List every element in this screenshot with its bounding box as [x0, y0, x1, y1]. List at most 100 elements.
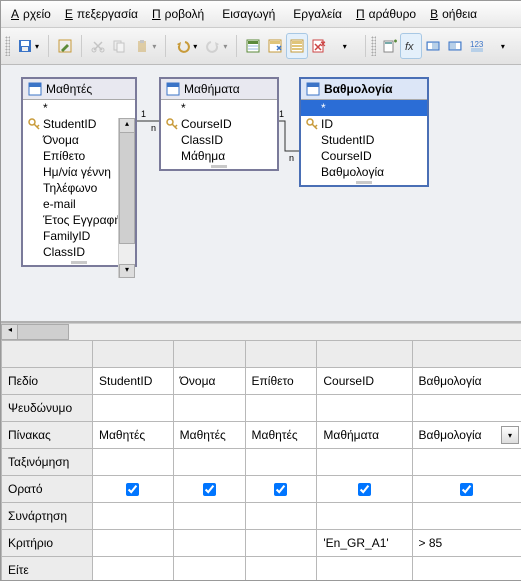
field-list[interactable]: * ID StudentID CourseID Βαθμολογία	[301, 100, 427, 180]
grid-cell[interactable]: StudentID	[93, 368, 173, 394]
menu-file[interactable]: Αρχείο	[7, 5, 59, 23]
alias-row[interactable]: Ψευδώνυμο	[2, 395, 521, 422]
table-mathimata[interactable]: Μαθήματα * CourseID ClassID Μάθημα	[159, 77, 279, 171]
grid-cell[interactable]	[93, 449, 173, 475]
menu-edit[interactable]: Επεξεργασία	[61, 5, 146, 23]
grid-cell[interactable]	[317, 449, 411, 475]
clear-query-button[interactable]	[264, 33, 286, 59]
grid-cell[interactable]	[413, 503, 521, 529]
field-enrollyear[interactable]: Έτος Εγγραφή	[23, 212, 118, 228]
toolbar-dropdown-2[interactable]: ▾	[488, 33, 518, 59]
field-list[interactable]: * StudentID Όνομα Επίθετο Ημ/νία γέννη Τ…	[23, 100, 118, 260]
field-onoma[interactable]: Όνομα	[23, 132, 118, 148]
grid-cell[interactable]	[246, 395, 317, 421]
visible-checkbox[interactable]	[274, 483, 287, 496]
table-vathmologia[interactable]: Βαθμολογία * ID StudentID CourseID Βαθμο…	[299, 77, 429, 187]
functions-button[interactable]: fx	[400, 33, 422, 59]
grid-cell[interactable]	[413, 449, 521, 475]
menu-insert[interactable]: Εισαγωγή	[214, 5, 283, 23]
grid-cell[interactable]	[174, 395, 245, 421]
grid-cell[interactable]	[174, 503, 245, 529]
field-star[interactable]: *	[301, 100, 427, 116]
field-vathmologia[interactable]: Βαθμολογία	[301, 164, 427, 180]
table-title[interactable]: Μαθήματα	[161, 79, 277, 100]
grid-cell[interactable]: 'En_GR_A1'	[317, 530, 411, 556]
field-classid[interactable]: ClassID	[161, 132, 277, 148]
grid-cell[interactable]	[317, 395, 411, 421]
field-star[interactable]: *	[161, 100, 277, 116]
grid-cell[interactable]	[174, 449, 245, 475]
field-studentid[interactable]: StudentID	[23, 116, 118, 132]
field-classid[interactable]: ClassID	[23, 244, 118, 260]
function-row[interactable]: Συνάρτηση	[2, 503, 521, 530]
field-star[interactable]: *	[23, 100, 118, 116]
grid-cell[interactable]: Όνομα	[174, 368, 245, 394]
cut-button[interactable]	[87, 33, 109, 59]
grid-cell[interactable]	[174, 557, 245, 581]
field-email[interactable]: e-mail	[23, 196, 118, 212]
visible-checkbox[interactable]	[460, 483, 473, 496]
resize-handle[interactable]	[211, 165, 227, 168]
menu-window[interactable]: Παράθυρο	[352, 5, 424, 23]
grid-cell[interactable]: Επίθετο	[246, 368, 317, 394]
grid-cell[interactable]: > 85	[413, 530, 521, 556]
field-courseid[interactable]: CourseID	[161, 116, 277, 132]
visible-checkbox[interactable]	[358, 483, 371, 496]
paste-button[interactable]: ▾	[130, 33, 160, 59]
edit-mode-button[interactable]	[54, 33, 76, 59]
field-epitheto[interactable]: Επίθετο	[23, 148, 118, 164]
menu-help[interactable]: Βοήθεια	[426, 5, 485, 23]
copy-button[interactable]	[108, 33, 130, 59]
grid-cell[interactable]	[246, 557, 317, 581]
distinct-button[interactable]: 123	[466, 33, 488, 59]
grid-cell-dropdown[interactable]: Βαθμολογία▾	[413, 422, 521, 448]
add-table-button[interactable]	[308, 33, 330, 59]
query-grid-pane[interactable]: Πεδίο StudentID Όνομα Επίθετο CourseID Β…	[1, 340, 521, 581]
grid-cell[interactable]	[93, 395, 173, 421]
undo-button[interactable]: ▾	[171, 33, 201, 59]
dropdown-button[interactable]: ▾	[501, 426, 519, 444]
redo-button[interactable]: ▾	[201, 33, 231, 59]
grid-cell[interactable]: Μαθητές	[93, 422, 173, 448]
grid-cell[interactable]	[174, 530, 245, 556]
tablename-button[interactable]	[444, 33, 466, 59]
grid-cell[interactable]	[93, 503, 173, 529]
visible-checkbox[interactable]	[126, 483, 139, 496]
table-title[interactable]: Μαθητές	[23, 79, 135, 100]
field-phone[interactable]: Τηλέφωνο	[23, 180, 118, 196]
menu-tools[interactable]: Εργαλεία	[285, 5, 350, 23]
table-row[interactable]: Πίνακας Μαθητές Μαθητές Μαθητές Μαθήματα…	[2, 422, 521, 449]
alias-button[interactable]	[422, 33, 444, 59]
field-id[interactable]: ID	[301, 116, 427, 132]
table-scrollbar[interactable]: ▴ ▾	[118, 118, 135, 278]
resize-handle[interactable]	[71, 261, 87, 264]
relations-pane[interactable]: 1 n 1 n Μαθητές * StudentID Όνομα Επίθετ…	[1, 65, 521, 323]
grid-cell[interactable]	[246, 503, 317, 529]
sort-row[interactable]: Ταξινόμηση	[2, 449, 521, 476]
criteria-row[interactable]: Κριτήριο 'En_GR_A1' > 85	[2, 530, 521, 557]
run-query-button[interactable]	[242, 33, 264, 59]
grid-cell[interactable]: Μαθητές	[246, 422, 317, 448]
grid-cell[interactable]	[93, 530, 173, 556]
designer-hscroll[interactable]: ◂	[1, 323, 521, 340]
toolbar-dropdown[interactable]: ▾	[330, 33, 360, 59]
design-view-button[interactable]	[286, 33, 308, 59]
field-dob[interactable]: Ημ/νία γέννη	[23, 164, 118, 180]
grid-cell[interactable]	[246, 449, 317, 475]
resize-handle[interactable]	[356, 181, 372, 184]
field-courseid[interactable]: CourseID	[301, 148, 427, 164]
grid-cell[interactable]: CourseID	[317, 368, 411, 394]
grid-cell[interactable]	[93, 557, 173, 581]
or-row[interactable]: Είτε	[2, 557, 521, 581]
grid-cell[interactable]	[413, 557, 521, 581]
grid-cell[interactable]	[317, 503, 411, 529]
add-tables-dialog-button[interactable]	[379, 33, 401, 59]
grid-cell[interactable]: Μαθήματα	[317, 422, 411, 448]
field-row[interactable]: Πεδίο StudentID Όνομα Επίθετο CourseID Β…	[2, 368, 521, 395]
visible-checkbox[interactable]	[203, 483, 216, 496]
save-button[interactable]: ▾	[13, 33, 43, 59]
field-list[interactable]: * CourseID ClassID Μάθημα	[161, 100, 277, 164]
field-mathima[interactable]: Μάθημα	[161, 148, 277, 164]
grid-cell[interactable]	[246, 530, 317, 556]
grid-cell[interactable]	[413, 395, 521, 421]
